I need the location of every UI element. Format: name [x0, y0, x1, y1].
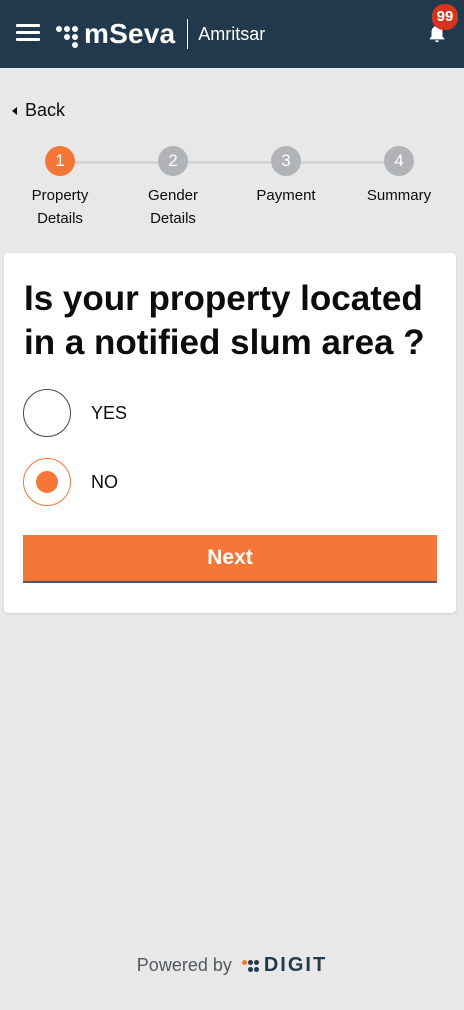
mseva-dots-icon [56, 23, 82, 48]
digit-logo-icon [241, 958, 260, 974]
back-label: Back [25, 100, 66, 120]
step-2: 2 Gender Details [117, 146, 229, 230]
next-button[interactable]: Next [23, 535, 437, 583]
digit-brand-text: DIGIT [263, 954, 328, 976]
step-4: 4 Summary [343, 146, 455, 207]
notification-count-badge: 99 [432, 4, 458, 30]
top-app-bar: mSeva Amritsar 99 [0, 0, 464, 68]
question-card: Is your property located in a notified s… [4, 253, 456, 613]
hamburger-menu-icon[interactable] [16, 24, 40, 42]
step-3-label: Payment [230, 184, 342, 207]
step-3-circle: 3 [271, 146, 301, 176]
brand-name: mSeva [84, 18, 176, 49]
caret-left-icon [12, 106, 17, 115]
question-heading: Is your property located in a notified s… [24, 279, 425, 362]
logo-divider [187, 19, 189, 49]
back-link[interactable]: Back [12, 100, 65, 121]
step-2-circle: 2 [158, 146, 188, 176]
step-2-label-line1: Gender [147, 187, 199, 204]
radio-option-yes[interactable]: YES [23, 389, 127, 437]
radio-yes-label: YES [91, 402, 128, 423]
radio-no-label: NO [91, 471, 118, 492]
step-1-circle: 1 [45, 146, 75, 176]
step-4-circle: 4 [384, 146, 414, 176]
mseva-logo: mSeva Amritsar [56, 18, 265, 50]
radio-no-circle[interactable] [23, 458, 71, 506]
radio-yes-circle[interactable] [23, 389, 71, 437]
radio-selected-dot [36, 471, 58, 493]
step-2-label-line2: Details [150, 210, 196, 227]
step-4-label-line1: Summary [366, 187, 432, 204]
step-3: 3 Payment [230, 146, 342, 207]
footer: Powered by DIGIT [0, 954, 464, 977]
step-2-label: Gender Details [117, 184, 229, 230]
step-1: 1 Property Details [4, 146, 116, 230]
step-4-label: Summary [343, 184, 455, 207]
radio-option-no[interactable]: NO [23, 458, 118, 506]
city-name: Amritsar [198, 23, 266, 44]
step-1-label-line1: Property [31, 187, 89, 204]
step-3-label-line1: Payment [256, 187, 316, 204]
powered-by-text: Powered by [136, 955, 232, 975]
step-1-label-line2: Details [37, 210, 83, 227]
step-1-label: Property Details [4, 184, 116, 230]
progress-stepper: 1 Property Details 2 Gender Details 3 Pa… [0, 146, 464, 236]
